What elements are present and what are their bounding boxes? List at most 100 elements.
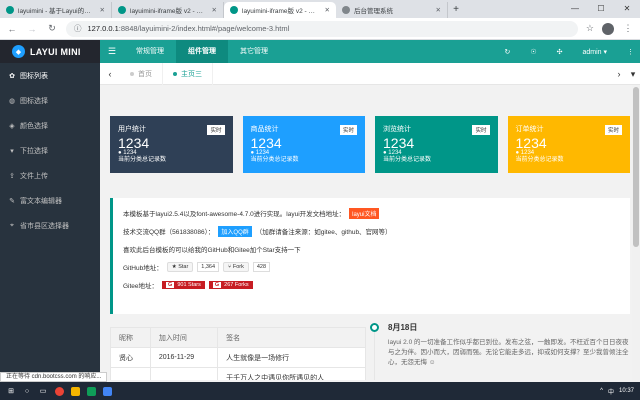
tab-home3[interactable]: 主页三 — [163, 62, 213, 85]
start-icon[interactable]: ⊞ — [4, 384, 18, 398]
card-badge: 实时 — [604, 125, 622, 135]
stat-card: 订单统计 实时 1234 ● 1234 当前分类总记录数 — [507, 116, 630, 173]
url-input[interactable]: ⓘ 127.0.0.1:8848/layuimini-2/index.html#… — [66, 20, 578, 37]
sidebar-item[interactable]: ✎ 富文本编辑器 — [0, 188, 100, 213]
join-qq-button[interactable]: 加入QQ群 — [218, 225, 252, 237]
browser-tab-title: layuimini-iframe版 v2 - 基于Layui的后台 — [242, 8, 321, 15]
col-join-time[interactable]: 加入时间 — [149, 327, 219, 348]
notice-line: 技术交流QQ群（561838086）： 加入QQ群 （加群请备注来源：如gite… — [123, 222, 620, 240]
page-tabs: ‹ 首页 主页三 › ▾ — [100, 62, 640, 85]
nav-general[interactable]: 常规管理 — [124, 40, 176, 63]
app-header: ☰ 常规管理 组件管理 其它管理 ↻ ☉ ✣ admin ▾ ⋮ — [100, 40, 640, 63]
search-icon[interactable]: ○ — [20, 384, 34, 398]
sidebar-item-label: 富文本编辑器 — [20, 197, 62, 205]
header-more-icon[interactable]: ⋮ — [627, 48, 634, 56]
main-content: 用户统计 实时 1234 ● 1234 当前分类总记录数 商品统计 实时 1234 ● 1234… — [100, 85, 640, 380]
browser-tab[interactable]: layuimini-iframe版 v2 - 基于Layui的后台 ✕ — [224, 2, 336, 18]
card-value: 1234 — [383, 135, 415, 151]
github-fork-count[interactable]: 428 — [252, 262, 271, 272]
github-star-button[interactable]: ★ Star — [166, 262, 194, 272]
clear-cache-icon[interactable]: ☉ — [530, 48, 536, 56]
col-signature[interactable]: 签名 — [217, 327, 366, 348]
user-menu[interactable]: admin ▾ — [582, 48, 607, 56]
nav-other[interactable]: 其它管理 — [228, 40, 280, 63]
card-value: 1234 — [250, 135, 282, 151]
refresh-icon[interactable]: ↻ — [504, 48, 510, 56]
bookmark-star-icon[interactable]: ☆ — [586, 23, 594, 34]
stat-card: 用户统计 实时 1234 ● 1234 当前分类总记录数 — [110, 116, 233, 173]
sidebar-item-icon: ✎ — [9, 197, 15, 205]
table-row: 于千万人之中遇见你所遇见的人 — [110, 367, 366, 380]
favicon-icon — [230, 6, 238, 14]
browser-tab[interactable]: layuimini-iframe版 v2 - 基于Layui的后台 ✕ — [112, 2, 224, 18]
col-nickname[interactable]: 昵称 — [110, 327, 151, 348]
table-cell — [110, 367, 151, 380]
browser-tabbar: layuimini - 基于Layui的后台管理系统✕layuimini-ifr… — [0, 0, 640, 18]
sidebar-item[interactable]: ◍ 图标选择 — [0, 88, 100, 113]
explorer-icon[interactable] — [68, 384, 82, 398]
sidebar-item[interactable]: ⌖ 省市县区选择器 — [0, 213, 100, 238]
tabs-right-arrow[interactable]: › — [612, 69, 626, 79]
sidebar-item-icon: ✿ — [9, 72, 15, 80]
tab-home[interactable]: 首页 — [120, 62, 163, 85]
sidebar-item-label: 下拉选择 — [20, 147, 48, 155]
close-tab-icon[interactable]: ✕ — [100, 6, 105, 14]
sidebar-item[interactable]: ⇪ 文件上传 — [0, 163, 100, 188]
timeline-date: 8月18日 — [388, 323, 418, 332]
sidebar-item[interactable]: ▾ 下拉选择 — [0, 138, 100, 163]
new-tab-button[interactable]: + — [448, 4, 464, 15]
stat-card: 浏览统计 实时 1234 ● 1234 当前分类总记录数 — [375, 116, 498, 173]
tray-expand-icon[interactable]: ^ — [600, 388, 603, 394]
scrollbar-thumb[interactable] — [633, 87, 639, 247]
timeline-text: layui 2.0 的一切准备工作似乎都已到位。发布之弦，一触即发。不枉近百个日… — [388, 339, 629, 366]
logo-icon: ◆ — [12, 45, 25, 58]
chrome-icon[interactable] — [52, 384, 66, 398]
close-tab-icon[interactable]: ✕ — [325, 6, 330, 14]
close-window-button[interactable]: ✕ — [614, 0, 640, 18]
site-info-icon[interactable]: ⓘ — [74, 23, 82, 34]
minimize-button[interactable]: — — [562, 0, 588, 18]
reload-button[interactable]: ↻ — [46, 23, 58, 34]
app-icon[interactable] — [84, 384, 98, 398]
menu-toggle-icon[interactable]: ☰ — [100, 46, 124, 57]
close-tab-icon[interactable]: ✕ — [212, 6, 217, 14]
browser-tab-title: layuimini - 基于Layui的后台管理系统 — [18, 8, 96, 15]
maximize-button[interactable]: ☐ — [588, 0, 614, 18]
github-star-count[interactable]: 1,364 — [197, 262, 220, 272]
app-icon[interactable] — [100, 384, 114, 398]
tabs-left-arrow[interactable]: ‹ — [100, 69, 120, 79]
table-cell — [149, 367, 219, 380]
stat-cards: 用户统计 实时 1234 ● 1234 当前分类总记录数 商品统计 实时 1234 ● 1234… — [110, 116, 630, 173]
taskbar: ⊞ ○ ▭ ^ 中 10:37 — [0, 382, 640, 400]
browser-tab[interactable]: 后台管理系统 ✕ — [336, 2, 448, 18]
back-button[interactable]: ← — [6, 24, 18, 34]
browser-tab[interactable]: layuimini - 基于Layui的后台管理系统 ✕ — [0, 2, 112, 18]
nav-components[interactable]: 组件管理 — [176, 40, 228, 63]
forward-button[interactable]: → — [26, 24, 38, 34]
browser-tab-title: layuimini-iframe版 v2 - 基于Layui的后台 — [130, 8, 208, 15]
taskview-icon[interactable]: ▭ — [36, 384, 50, 398]
layui-docs-link[interactable]: layui文档 — [349, 207, 380, 219]
clock[interactable]: 10:37 — [619, 388, 634, 394]
sidebar-item[interactable]: ✿ 图标列表 — [0, 63, 100, 88]
gitee-forks-badge[interactable]: G 267 Forks — [208, 281, 253, 289]
user-table: 昵称 加入时间 签名 贤心 2016-11-29 人生就像是一场修行 于千万人之… — [110, 327, 366, 380]
fullscreen-icon[interactable]: ✣ — [557, 48, 563, 56]
content-scrollbar[interactable] — [632, 85, 640, 380]
sidebar-item-icon: ◈ — [9, 122, 15, 130]
notice-panel: 本模板基于layui2.5.4以及font-awesome-4.7.0进行实现。… — [110, 198, 630, 314]
sidebar-item-label: 图标列表 — [20, 72, 48, 80]
ime-indicator[interactable]: 中 — [608, 387, 614, 396]
app-logo[interactable]: ◆ LAYUI MINI — [0, 40, 100, 63]
github-fork-button[interactable]: ⑂ Fork — [223, 262, 249, 272]
close-tab-icon[interactable]: ✕ — [436, 6, 441, 14]
window-controls: — ☐ ✕ — [562, 0, 640, 18]
profile-avatar[interactable] — [602, 22, 614, 35]
tabs-dropdown-icon[interactable]: ▾ — [626, 69, 640, 80]
stat-card: 商品统计 实时 1234 ● 1234 当前分类总记录数 — [242, 116, 365, 173]
browser-menu-icon[interactable]: ⋮ — [622, 23, 634, 34]
favicon-icon — [6, 6, 14, 14]
gitee-label: Gitee地址： — [123, 283, 159, 290]
sidebar-item[interactable]: ◈ 颜色选择 — [0, 113, 100, 138]
gitee-stars-badge[interactable]: G 901 Stars — [162, 281, 205, 289]
